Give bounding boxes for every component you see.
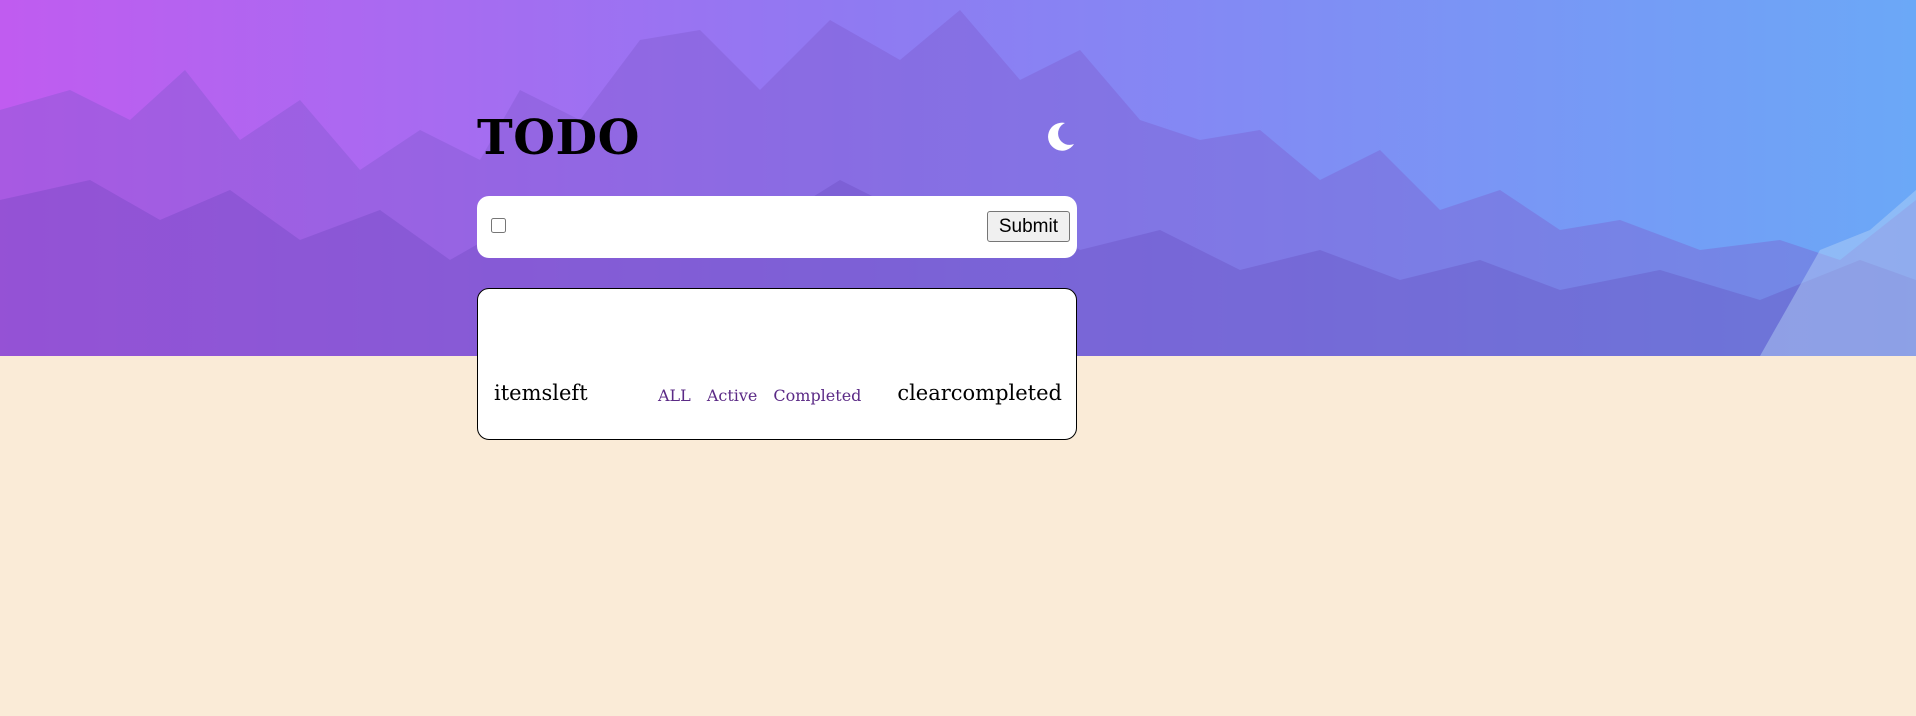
new-todo-input[interactable] [517, 210, 1021, 244]
filter-completed[interactable]: Completed [773, 386, 861, 405]
todo-list: itemsleft ALL Active Completed clearcomp… [477, 288, 1077, 440]
submit-button[interactable]: Submit [986, 211, 1070, 242]
filter-all[interactable]: ALL [658, 386, 691, 405]
new-todo-form: Submit [477, 196, 1077, 258]
filter-tabs: ALL Active Completed [658, 386, 861, 405]
toggle-all-checkbox[interactable] [491, 218, 506, 233]
page-title: TODO [477, 110, 640, 166]
moon-icon[interactable] [1043, 120, 1077, 154]
filter-active[interactable]: Active [707, 386, 758, 405]
clear-completed-button[interactable]: clearcompleted [897, 381, 1062, 405]
items-left-count: itemsleft [494, 381, 588, 405]
